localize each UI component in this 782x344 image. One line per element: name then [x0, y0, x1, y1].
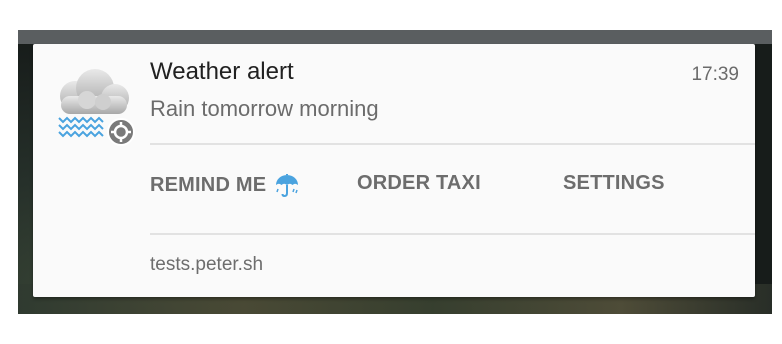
gear-icon [107, 118, 135, 146]
notification-actions: REMIND ME ORDER TAXI SETTINGS [150, 172, 755, 212]
notification-title: Weather alert [150, 58, 294, 85]
notification-card[interactable]: Weather alert 17:39 Rain tomorrow mornin… [33, 44, 755, 297]
remind-me-label: REMIND ME [150, 173, 267, 196]
umbrella-icon [276, 174, 299, 198]
remind-me-button[interactable]: REMIND ME [150, 172, 300, 198]
status-bar [18, 30, 772, 44]
divider [150, 143, 755, 145]
order-taxi-label: ORDER TAXI [357, 172, 481, 194]
divider [150, 233, 755, 235]
settings-label: SETTINGS [563, 172, 665, 194]
notification-source: tests.peter.sh [150, 254, 264, 275]
notification-time: 17:39 [691, 64, 739, 85]
rain-cloud-icon [58, 69, 135, 146]
settings-button[interactable]: SETTINGS [563, 172, 665, 195]
notification-message: Rain tomorrow morning [150, 96, 379, 121]
order-taxi-button[interactable]: ORDER TAXI [357, 172, 481, 195]
